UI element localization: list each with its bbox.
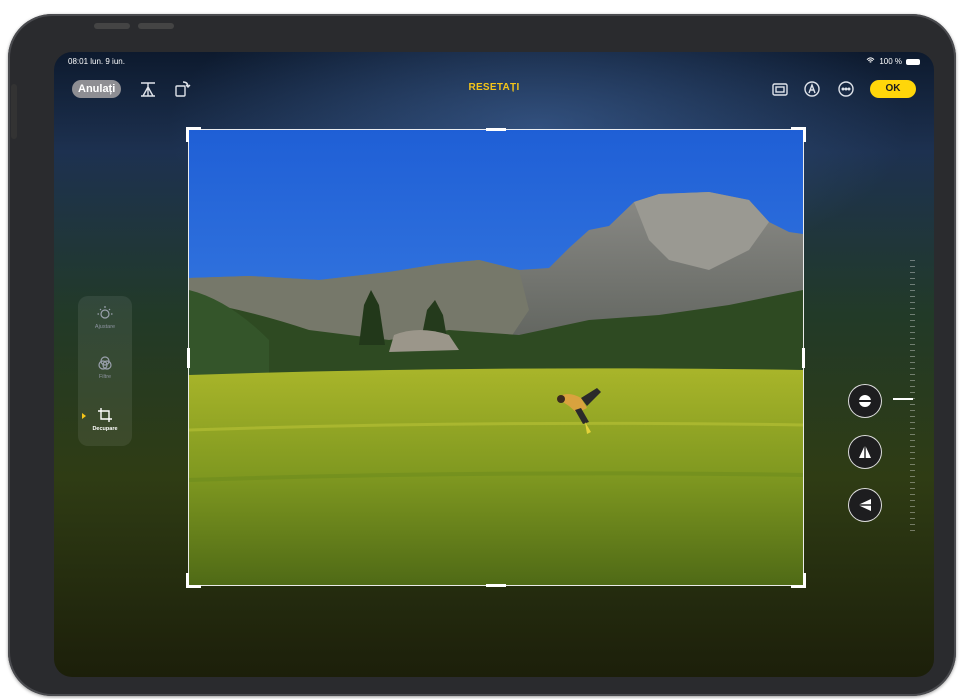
tool-label: Decupare <box>92 426 118 432</box>
ruler-tick <box>910 380 915 381</box>
ruler-tick <box>910 272 915 273</box>
volume-button <box>11 84 17 139</box>
ruler-tick <box>910 386 915 387</box>
ruler-tick <box>910 416 915 417</box>
ruler-tick <box>910 308 915 309</box>
ruler-tick <box>910 368 915 369</box>
vertical-perspective-button[interactable] <box>848 435 882 469</box>
ruler-tick <box>910 398 915 399</box>
ruler-tick <box>910 500 915 501</box>
ruler-tick <box>910 434 915 435</box>
wifi-icon <box>866 57 875 66</box>
tool-label: Ajustare <box>94 324 116 330</box>
ruler-tick <box>910 392 915 393</box>
tool-label: Filtre <box>98 374 112 380</box>
ruler-tick <box>910 356 915 357</box>
vertical-perspective-icon <box>859 445 871 458</box>
ruler-tick <box>910 518 915 519</box>
ruler-tick <box>910 404 915 405</box>
reset-button[interactable]: RESETAȚI <box>444 82 544 93</box>
ruler-tick <box>910 320 915 321</box>
status-bar: 08:01 lun. 9 iun. 100 % <box>54 52 934 74</box>
ok-button[interactable]: OK <box>870 80 916 98</box>
top-button <box>138 23 174 29</box>
photo-preview[interactable] <box>189 130 803 585</box>
ruler-tick <box>910 428 915 429</box>
ruler-tick <box>910 452 915 453</box>
ruler-tick <box>910 290 915 291</box>
ipad-frame: 08:01 lun. 9 iun. 100 % Anulați RESETAȚI <box>8 14 956 696</box>
screen: 08:01 lun. 9 iun. 100 % Anulați RESETAȚI <box>54 52 934 677</box>
ruler-tick <box>910 374 915 375</box>
more-icon[interactable] <box>836 79 856 99</box>
straighten-button[interactable] <box>848 384 882 418</box>
straighten-icon <box>858 395 872 407</box>
status-indicators: 100 % <box>866 57 920 66</box>
ruler-tick <box>910 422 915 423</box>
adjust-dial-icon <box>97 306 113 319</box>
cancel-button[interactable]: Anulați <box>72 80 122 98</box>
ruler-tick <box>910 344 915 345</box>
ruler-tick <box>910 362 915 363</box>
battery-percent: 100 % <box>879 57 902 66</box>
ruler-tick <box>910 530 915 531</box>
top-button <box>94 23 130 29</box>
filters-icon <box>98 356 112 370</box>
ruler-tick <box>910 524 915 525</box>
markup-icon[interactable] <box>802 79 822 99</box>
ruler-tick <box>910 350 915 351</box>
ruler-tick <box>910 506 915 507</box>
active-indicator <box>82 413 86 419</box>
ruler-tick <box>910 494 915 495</box>
ruler-tick <box>910 482 915 483</box>
horizontal-perspective-button[interactable] <box>848 488 882 522</box>
ruler-tick <box>910 296 915 297</box>
rotate-icon[interactable] <box>172 79 192 99</box>
ruler-tick <box>910 326 915 327</box>
crop-icon <box>98 408 112 422</box>
angle-ruler[interactable] <box>893 260 917 535</box>
ruler-tick <box>910 314 915 315</box>
status-time: 08:01 lun. 9 iun. <box>68 57 125 66</box>
ruler-tick <box>910 470 915 471</box>
ruler-tick <box>910 284 915 285</box>
ruler-tick <box>910 278 915 279</box>
ruler-tick <box>910 458 915 459</box>
horizontal-perspective-icon <box>858 499 871 511</box>
ruler-tick <box>910 332 915 333</box>
ruler-tick <box>910 446 915 447</box>
tool-adjust[interactable]: Ajustare <box>78 305 132 330</box>
ruler-tick <box>910 266 915 267</box>
aspect-ratio-icon[interactable] <box>770 79 790 99</box>
ruler-tick <box>910 302 915 303</box>
battery-icon <box>906 58 920 65</box>
perspective-icon[interactable] <box>138 79 158 99</box>
ruler-tick <box>910 440 915 441</box>
ruler-tick <box>910 464 915 465</box>
ruler-tick <box>910 260 915 261</box>
ruler-tick <box>910 488 915 489</box>
tool-filters[interactable]: Filtre <box>78 355 132 380</box>
ruler-tick <box>910 410 915 411</box>
tool-crop[interactable]: Decupare <box>78 407 132 432</box>
ruler-tick <box>910 338 915 339</box>
ruler-tick <box>910 476 915 477</box>
ruler-tick <box>910 512 915 513</box>
edit-tools-panel: Ajustare Filtre Decupare <box>78 296 132 446</box>
